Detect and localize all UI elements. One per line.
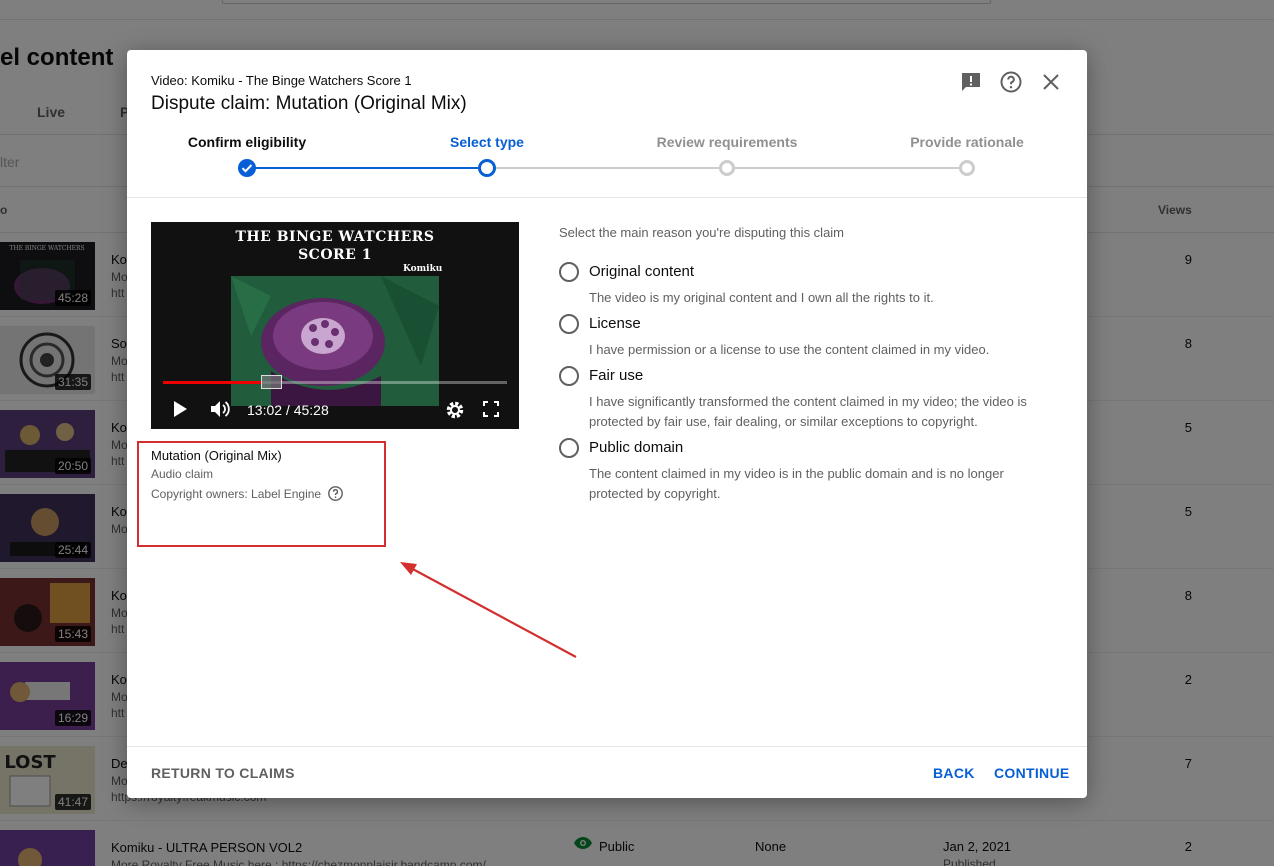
radio-original-content[interactable] bbox=[559, 262, 579, 282]
player-controls: 13:02 / 45:28 bbox=[151, 394, 519, 424]
video-player[interactable]: THE BINGE WATCHERS SCORE 1 Komiku 13:02 … bbox=[151, 222, 519, 429]
dispute-claim-dialog: Video: Komiku - The Binge Watchers Score… bbox=[127, 50, 1087, 798]
radio-license[interactable] bbox=[559, 314, 579, 334]
settings-icon[interactable] bbox=[445, 400, 465, 425]
annotation-arrow-icon bbox=[400, 562, 577, 658]
return-to-claims-button[interactable]: RETURN TO CLAIMS bbox=[151, 765, 295, 781]
option-description: The video is my original content and I o… bbox=[589, 290, 934, 305]
progress-bar bbox=[163, 381, 263, 384]
radio-fair-use[interactable] bbox=[559, 366, 579, 386]
close-icon[interactable] bbox=[1039, 70, 1063, 94]
scrubber-preview[interactable] bbox=[261, 375, 282, 389]
step-label-provide-rationale: Provide rationale bbox=[910, 134, 1024, 150]
option-description: I have significantly transformed the con… bbox=[589, 394, 1027, 429]
step-active-indicator bbox=[478, 159, 496, 177]
video-overlay-author: Komiku bbox=[403, 264, 443, 274]
option-label[interactable]: License bbox=[589, 315, 641, 332]
step-label-confirm-eligibility: Confirm eligibility bbox=[187, 134, 307, 150]
play-icon[interactable] bbox=[173, 401, 187, 422]
video-title-line2: SCORE 1 bbox=[298, 247, 372, 263]
option-description: I have permission or a license to use th… bbox=[589, 342, 990, 357]
dispute-reasons: Select the main reason you're disputing … bbox=[559, 225, 1049, 501]
dialog-title: Dispute claim: Mutation (Original Mix) bbox=[151, 93, 467, 114]
check-icon bbox=[238, 159, 256, 177]
video-title-line1: THE BINGE WATCHERS bbox=[235, 229, 435, 245]
divider bbox=[127, 197, 1087, 198]
help-icon[interactable] bbox=[999, 70, 1023, 94]
option-label[interactable]: Fair use bbox=[589, 367, 643, 384]
reason-prompt: Select the main reason you're disputing … bbox=[559, 225, 845, 240]
fullscreen-icon[interactable] bbox=[483, 401, 499, 422]
step-label-review-requirements: Review requirements bbox=[656, 134, 798, 150]
feedback-icon[interactable] bbox=[959, 70, 983, 94]
continue-button[interactable]: CONTINUE bbox=[994, 765, 1070, 781]
option-label[interactable]: Original content bbox=[589, 263, 694, 280]
volume-icon[interactable] bbox=[211, 400, 231, 423]
radio-public-domain[interactable] bbox=[559, 438, 579, 458]
annotation-highlight-box bbox=[137, 441, 386, 547]
step-label-select-type: Select type bbox=[450, 134, 524, 150]
back-button[interactable]: BACK bbox=[933, 765, 975, 781]
dispute-stepper: Confirm eligibility Select type Review r… bbox=[127, 132, 1087, 198]
video-overlay-title: THE BINGE WATCHERS SCORE 1 bbox=[151, 228, 519, 264]
time-display: 13:02 / 45:28 bbox=[247, 402, 329, 418]
dialog-subtitle: Video: Komiku - The Binge Watchers Score… bbox=[151, 73, 412, 88]
option-label[interactable]: Public domain bbox=[589, 439, 683, 456]
step-pending-indicator bbox=[719, 160, 735, 176]
divider bbox=[127, 746, 1087, 747]
step-pending-indicator bbox=[959, 160, 975, 176]
step-connector-done bbox=[247, 167, 487, 169]
option-description: The content claimed in my video is in th… bbox=[589, 466, 1004, 501]
